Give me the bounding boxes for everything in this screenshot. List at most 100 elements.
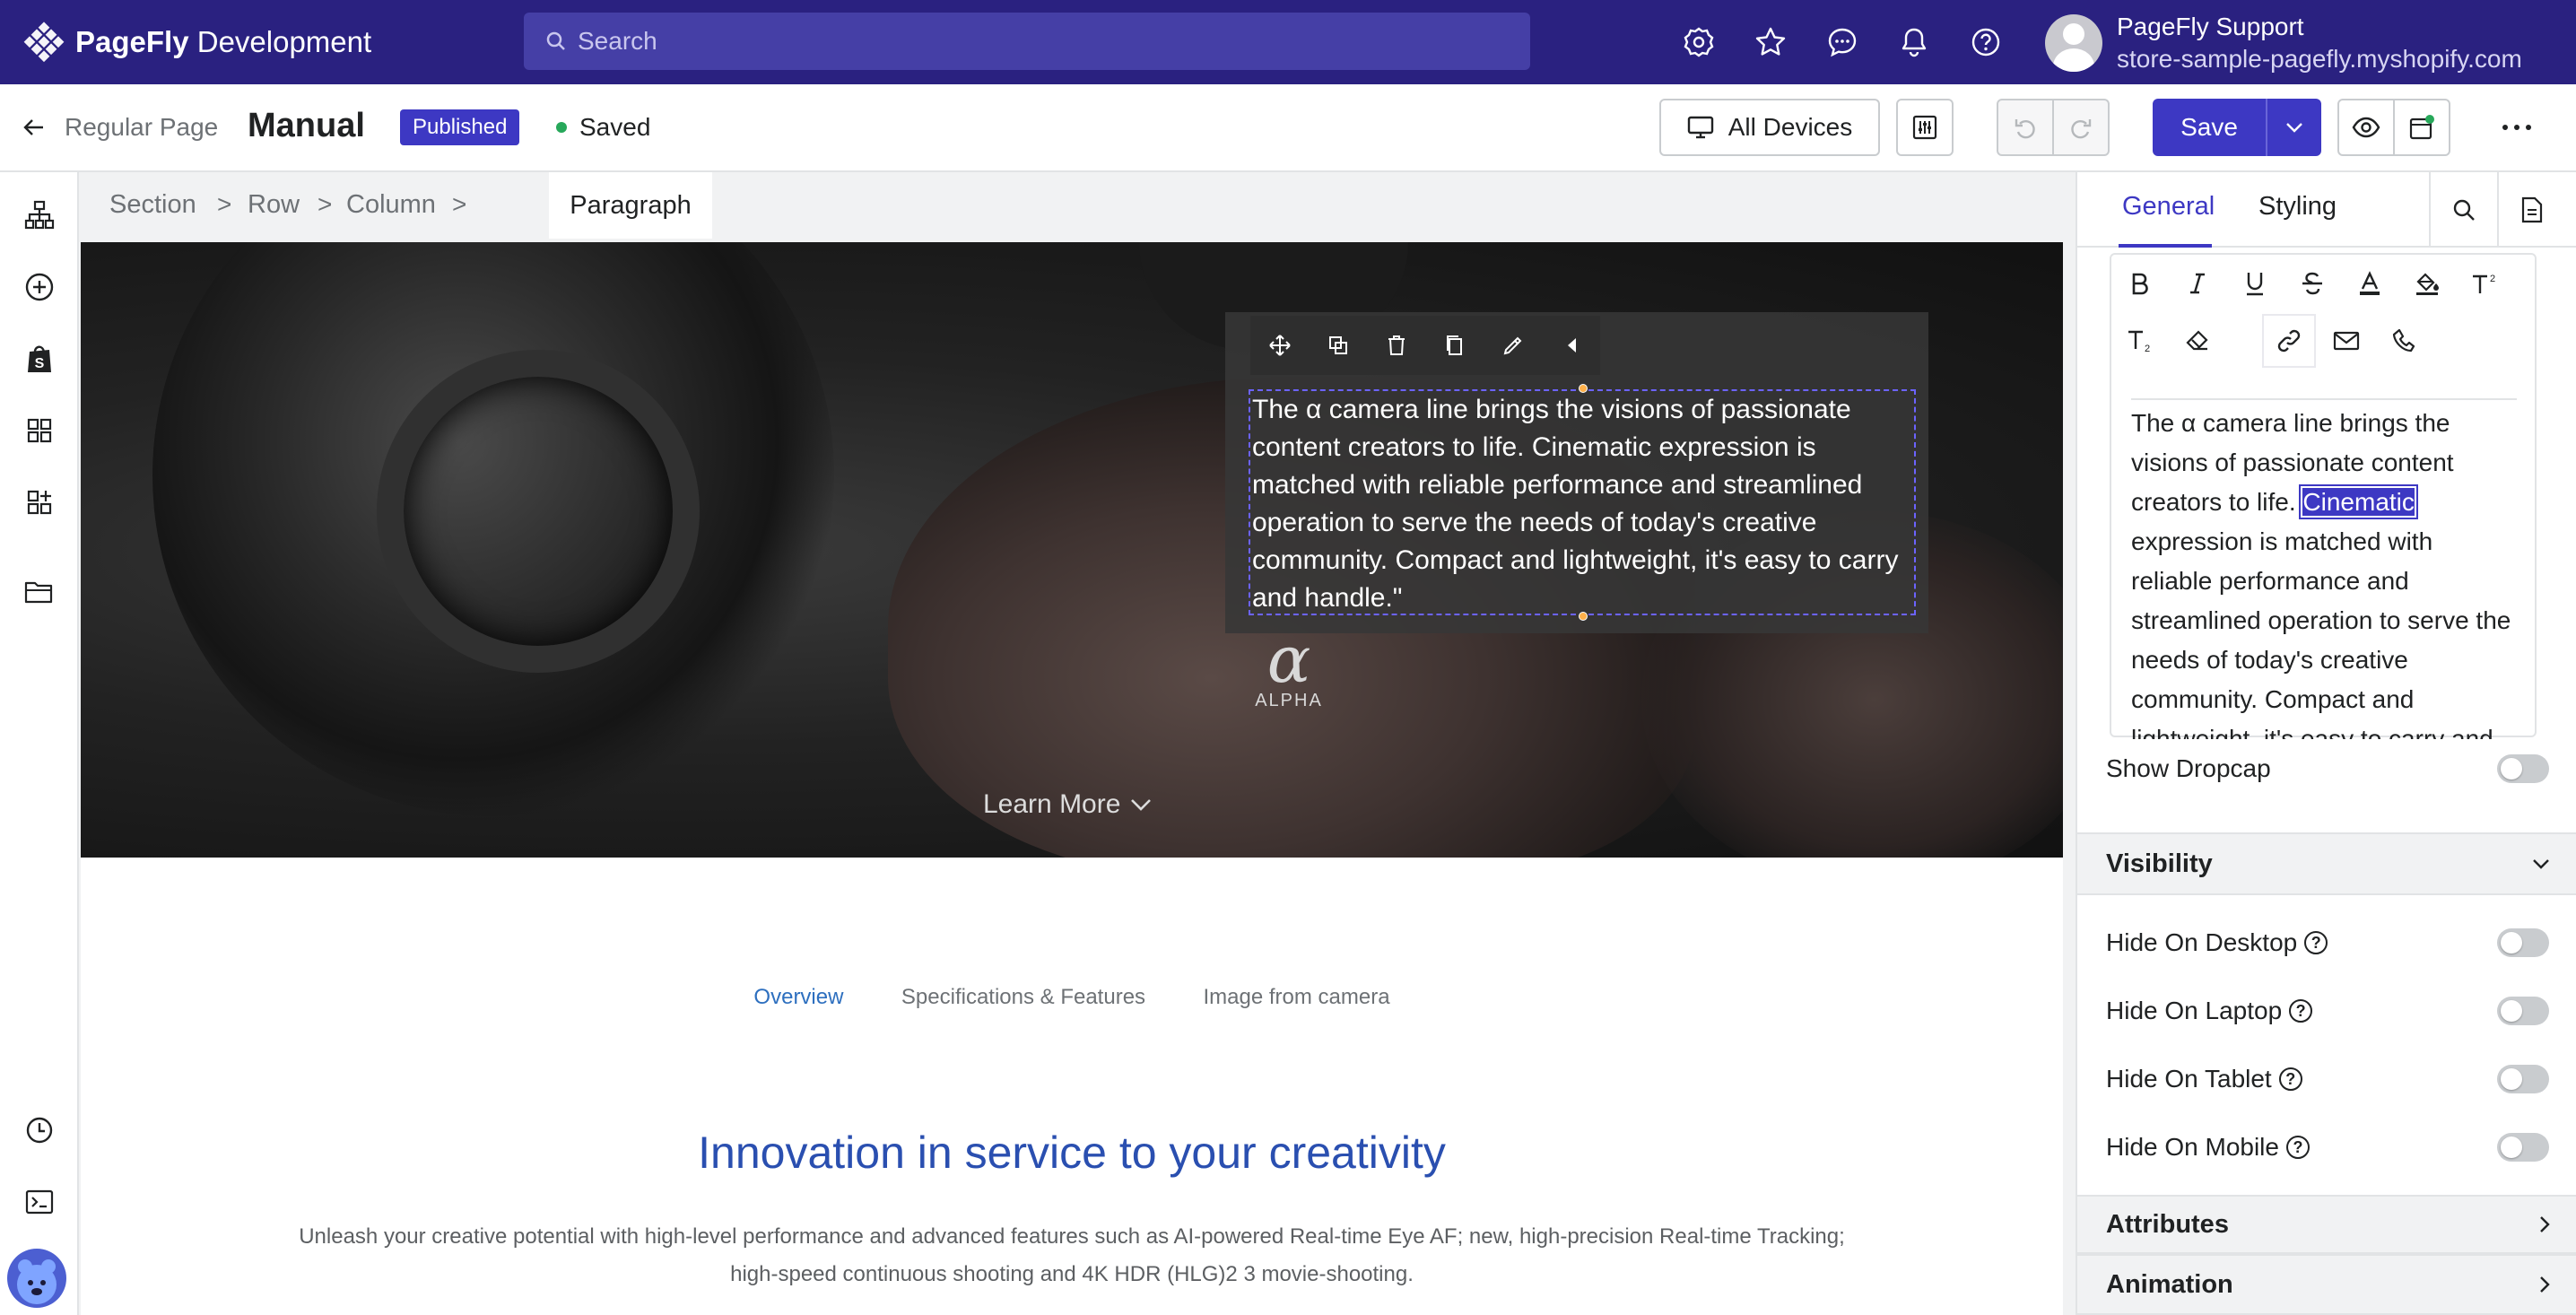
device-selector[interactable]: All Devices	[1659, 99, 1880, 156]
layers-tree-icon[interactable]	[20, 196, 59, 235]
editor-canvas[interactable]: The α camera line brings the visions of …	[81, 242, 2063, 1315]
section-description[interactable]: Unleash your creative potential with hig…	[287, 1218, 1857, 1293]
breadcrumb-column[interactable]: Column	[346, 190, 436, 220]
app-logo[interactable]: PageFly Development	[23, 20, 371, 65]
more-options-button[interactable]	[2488, 99, 2546, 156]
hide-laptop-row: Hide On Laptop?	[2106, 988, 2549, 1033]
duplicate-icon[interactable]	[1309, 316, 1367, 375]
undo-button[interactable]	[1997, 99, 2054, 156]
breadcrumb-separator-icon: >	[318, 190, 333, 218]
phone-link-icon[interactable]	[2379, 316, 2429, 366]
folder-icon[interactable]	[20, 572, 59, 612]
settings-gear-icon[interactable]	[1681, 24, 1717, 60]
preview-button[interactable]	[2337, 99, 2395, 156]
save-button[interactable]: Save	[2153, 99, 2321, 156]
sliders-icon	[1911, 114, 1938, 141]
search-box[interactable]	[524, 13, 1530, 70]
underline-icon[interactable]	[2230, 258, 2280, 309]
selected-text[interactable]: Cinematic	[2301, 486, 2416, 518]
add-element-icon[interactable]	[20, 267, 59, 307]
tab-styling[interactable]: Styling	[2258, 192, 2337, 222]
apps-add-icon[interactable]	[20, 483, 59, 522]
back-button[interactable]: Regular Page	[22, 113, 218, 142]
resize-handle-bottom[interactable]	[1579, 612, 1588, 621]
history-clock-icon[interactable]	[20, 1110, 59, 1150]
strikethrough-icon[interactable]	[2287, 258, 2337, 309]
text-color-icon[interactable]	[2345, 258, 2395, 309]
shopify-bag-icon[interactable]: S	[20, 339, 59, 379]
tab-general[interactable]: General	[2122, 192, 2215, 222]
user-menu[interactable]: PageFly Support store-sample-pagefly.mys…	[2045, 11, 2522, 75]
chevron-right-icon	[2538, 1275, 2551, 1294]
learn-more-button[interactable]: Learn More	[983, 789, 1153, 820]
breadcrumb: Section > Row > Column > Paragraph	[81, 172, 2076, 240]
help-icon[interactable]: ?	[2304, 931, 2328, 954]
help-icon[interactable]: ?	[2289, 999, 2313, 1023]
selected-paragraph[interactable]: The α camera line brings the visions of …	[1249, 389, 1916, 615]
bell-icon[interactable]	[1896, 24, 1932, 60]
eye-icon	[2352, 117, 2380, 138]
grid-sections-icon[interactable]	[20, 411, 59, 450]
hide-mobile-label: Hide On Mobile	[2106, 1133, 2279, 1161]
bold-icon[interactable]	[2115, 258, 2165, 309]
breadcrumb-separator-icon: >	[452, 190, 467, 218]
page-settings-button[interactable]	[1896, 99, 1954, 156]
star-icon[interactable]	[1753, 24, 1788, 60]
animation-section-header[interactable]: Animation	[2077, 1254, 2576, 1315]
redo-button[interactable]	[2052, 99, 2110, 156]
section-heading[interactable]: Innovation in service to your creativity	[81, 1127, 2063, 1179]
help-icon[interactable]	[1968, 24, 2004, 60]
help-icon[interactable]: ?	[2285, 1136, 2310, 1159]
attributes-title: Attributes	[2106, 1209, 2229, 1239]
save-status-label: Saved	[579, 113, 651, 141]
save-button-label: Save	[2180, 113, 2238, 141]
superscript-icon[interactable]: 2	[2459, 258, 2510, 309]
attributes-section-header[interactable]: Attributes	[2077, 1195, 2576, 1254]
editor-text-area[interactable]: The α camera line brings the visions of …	[2131, 398, 2517, 739]
learn-more-label: Learn More	[983, 789, 1121, 819]
help-icon[interactable]: ?	[2278, 1067, 2302, 1091]
hero-lens-shape	[377, 350, 700, 673]
hide-desktop-toggle[interactable]	[2497, 928, 2549, 957]
visibility-section-header[interactable]: Visibility	[2077, 832, 2576, 895]
hide-desktop-label: Hide On Desktop	[2106, 928, 2298, 956]
subscript-icon[interactable]: 2	[2115, 316, 2165, 366]
collapse-toolbar-icon[interactable]	[1542, 316, 1600, 375]
breadcrumb-paragraph[interactable]: Paragraph	[549, 172, 712, 239]
tab-overview[interactable]: Overview	[753, 985, 843, 1010]
trash-icon[interactable]	[1367, 316, 1425, 375]
svg-text:S: S	[35, 356, 45, 371]
publish-status-button[interactable]	[2393, 99, 2450, 156]
paint-style-icon[interactable]	[1484, 316, 1542, 375]
editor-text-after: expression is matched with reliable perf…	[2131, 527, 2511, 739]
tab-image-from-camera[interactable]: Image from camera	[1204, 985, 1390, 1010]
tab-specifications[interactable]: Specifications & Features	[901, 985, 1145, 1010]
highlight-color-icon[interactable]	[2402, 258, 2452, 309]
save-options-toggle[interactable]	[2266, 99, 2321, 156]
copy-icon[interactable]	[1425, 316, 1484, 375]
code-terminal-icon[interactable]	[20, 1182, 59, 1222]
mascot-avatar-icon[interactable]	[7, 1249, 66, 1308]
hide-desktop-row: Hide On Desktop?	[2106, 920, 2549, 965]
search-input[interactable]	[578, 27, 1475, 56]
search-icon	[545, 30, 567, 52]
email-link-icon[interactable]	[2321, 316, 2371, 366]
hide-laptop-toggle[interactable]	[2497, 997, 2549, 1025]
hide-mobile-toggle[interactable]	[2497, 1133, 2549, 1162]
show-dropcap-toggle[interactable]	[2497, 754, 2549, 783]
breadcrumb-section[interactable]: Section	[109, 190, 196, 220]
move-icon[interactable]	[1250, 316, 1309, 375]
breadcrumb-row[interactable]: Row	[248, 190, 300, 220]
chat-icon[interactable]	[1824, 24, 1860, 60]
save-status: Saved	[556, 113, 650, 142]
clear-format-eraser-icon[interactable]	[2172, 316, 2223, 366]
italic-icon[interactable]	[2172, 258, 2223, 309]
panel-document-button[interactable]	[2497, 172, 2565, 248]
panel-search-button[interactable]	[2429, 172, 2497, 248]
hero-section[interactable]: The α camera line brings the visions of …	[81, 242, 2063, 858]
hide-tablet-toggle[interactable]	[2497, 1065, 2549, 1093]
resize-handle-top[interactable]	[1579, 384, 1588, 393]
product-tabs: Overview Specifications & Features Image…	[81, 985, 2063, 1010]
more-horizontal-icon	[2502, 124, 2532, 131]
link-icon[interactable]	[2264, 316, 2314, 366]
